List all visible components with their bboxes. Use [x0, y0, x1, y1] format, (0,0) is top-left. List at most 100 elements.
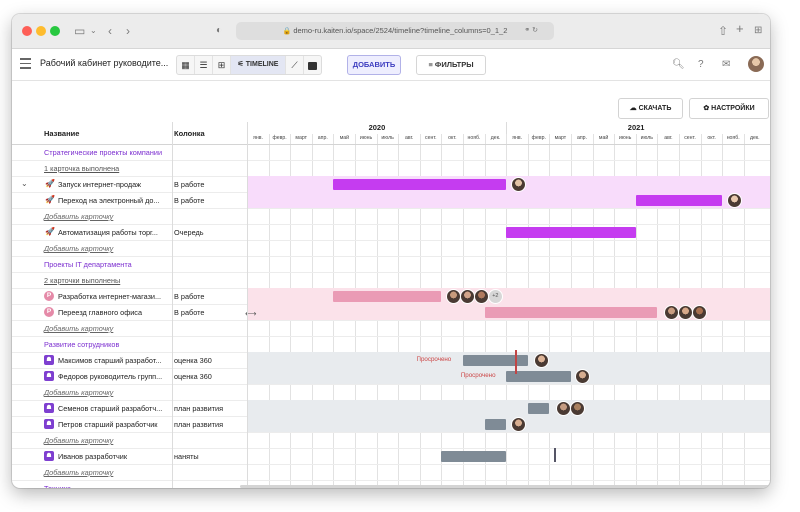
add-card-row[interactable]: Добавить карточку [12, 320, 770, 337]
card-title[interactable]: Максимов старший разработ... [58, 356, 172, 365]
add-card-row[interactable]: Добавить карточку [12, 240, 770, 257]
done-row[interactable]: 2 карточки выполнены [12, 272, 770, 289]
horizontal-scrollbar[interactable] [240, 485, 770, 488]
completed-cards-link[interactable]: 1 карточка выполнена [44, 164, 119, 173]
card-title[interactable]: Разработка интернет-магази... [58, 292, 172, 301]
card-title[interactable]: Запуск интернет-продаж [58, 180, 172, 189]
browser-titlebar: ▭ ⌄ ‹ › ◐ 🔒 demo-ru.kaiten.io/space/2524/… [12, 14, 770, 49]
row-highlight [247, 416, 770, 432]
reload-icon[interactable]: ⚭ ↻ [524, 22, 538, 40]
card-title[interactable]: Переход на электронный до... [58, 196, 172, 205]
card-type-icon: ☗ [44, 403, 54, 413]
timeline-bar[interactable] [441, 450, 507, 462]
mail-icon[interactable]: ✉ [722, 59, 730, 70]
chart-view-icon[interactable]: ⟋ [286, 56, 304, 74]
card-type-icon: ☗ [44, 419, 54, 429]
timeline-bar[interactable] [506, 226, 636, 238]
assignee-avatar[interactable] [473, 289, 489, 304]
assignee-avatar[interactable] [691, 305, 707, 320]
timeline-bar[interactable] [333, 290, 442, 302]
timeline-bar[interactable] [635, 194, 723, 206]
forward-icon[interactable]: › [126, 23, 130, 39]
back-icon[interactable]: ‹ [108, 23, 112, 39]
user-avatar[interactable] [748, 56, 764, 72]
card-title[interactable]: Иванов разработчик [58, 452, 172, 461]
assignee-avatar[interactable] [726, 193, 742, 208]
more-assignees-badge[interactable]: +2 [487, 289, 503, 304]
add-card-link[interactable]: Добавить карточку [44, 212, 113, 221]
assignee-avatar[interactable] [677, 305, 693, 320]
done-row[interactable]: 1 карточка выполнена [12, 160, 770, 177]
card-title[interactable]: Федоров руководитель групп... [58, 372, 172, 381]
archive-icon[interactable] [304, 56, 321, 74]
card-title[interactable]: Переезд главного офиса [58, 308, 172, 317]
timeline-bar[interactable] [527, 402, 550, 414]
add-card-row[interactable]: Добавить карточку [12, 464, 770, 481]
share-icon[interactable]: ⇧ [718, 23, 728, 39]
add-card-link[interactable]: Добавить карточку [44, 324, 113, 333]
assignee-avatar[interactable] [663, 305, 679, 320]
assignee-avatar[interactable] [445, 289, 461, 304]
assignee-avatar[interactable] [510, 417, 526, 432]
card-row[interactable]: ☗ Максимов старший разработ... оценка 360 [12, 352, 770, 369]
table-header: Название Колонка [12, 122, 247, 145]
add-card-row[interactable]: Добавить карточку [12, 384, 770, 401]
card-type-icon: ☗ [44, 371, 54, 381]
timeline-view-button[interactable]: ⚟ TIMELINE [231, 56, 286, 74]
card-row[interactable]: ☗ Петров старший разработчик план развития [12, 416, 770, 433]
assignee-avatar[interactable] [459, 289, 475, 304]
search-icon[interactable]: 🔍︎ [672, 59, 685, 70]
completed-cards-link[interactable]: 2 карточки выполнены [44, 276, 120, 285]
help-icon[interactable]: ? [698, 59, 704, 70]
column-header-column[interactable]: Колонка [174, 129, 205, 138]
chevron-down-icon[interactable]: ⌄ [21, 179, 28, 188]
month-label: июль [381, 135, 394, 141]
month-label: май [339, 135, 350, 141]
section-row: Развитие сотрудников [12, 336, 770, 353]
table-view-icon[interactable]: ⊞ [213, 56, 231, 74]
add-card-link[interactable]: Добавить карточку [44, 468, 113, 477]
card-title[interactable]: Семенов старший разработч... [58, 404, 172, 413]
add-card-link[interactable]: Добавить карточку [44, 436, 113, 445]
card-title[interactable]: Автоматизация работы торг... [58, 228, 172, 237]
new-tab-icon[interactable]: + [736, 21, 744, 37]
timeline-bar[interactable] [484, 418, 507, 430]
add-button[interactable]: ДОБАВИТЬ [347, 55, 401, 75]
card-title[interactable]: Петров старший разработчик [58, 420, 172, 429]
close-window-button[interactable] [22, 26, 32, 36]
section-title: Техника [44, 484, 71, 488]
add-card-link[interactable]: Добавить карточку [44, 388, 113, 397]
add-card-row[interactable]: Добавить карточку [12, 432, 770, 449]
sidebar-toggle-icon[interactable]: ▭ [74, 23, 85, 39]
board-view-icon[interactable]: ▦ [177, 56, 195, 74]
tab-overview-icon[interactable]: ⊞ [754, 23, 762, 39]
list-view-icon[interactable]: ☰ [195, 56, 213, 74]
add-card-link[interactable]: Добавить карточку [44, 244, 113, 253]
menu-icon[interactable] [20, 58, 31, 72]
timeline-bar[interactable] [463, 354, 528, 366]
card-column: план развития [174, 404, 224, 413]
filters-button[interactable]: ≡ ФИЛЬТРЫ [416, 55, 486, 75]
zoom-window-button[interactable] [50, 26, 60, 36]
settings-button[interactable]: ✿ НАСТРОЙКИ [689, 98, 769, 119]
download-button[interactable]: ☁ СКАЧАТЬ [618, 98, 683, 119]
column-header-name[interactable]: Название [44, 129, 79, 138]
month-label: янв. [512, 135, 523, 141]
chevron-down-icon[interactable]: ⌄ [90, 23, 97, 39]
project-icon: P [44, 307, 54, 317]
address-bar[interactable]: 🔒 demo-ru.kaiten.io/space/2524/timeline?t… [236, 22, 554, 40]
assignee-avatar[interactable] [555, 401, 571, 416]
assignee-avatar[interactable] [569, 401, 585, 416]
card-row[interactable]: ☗ Федоров руководитель групп... оценка 360 [12, 368, 770, 385]
section-row: Проекты IT департамента [12, 256, 770, 273]
card-row[interactable]: ☗ Иванов разработчик наняты [12, 448, 770, 465]
card-row[interactable]: 🚀 Автоматизация работы торг... Очередь [12, 224, 770, 241]
card-row[interactable]: ☗ Семенов старший разработч... план развит… [12, 400, 770, 417]
timeline-bar[interactable] [484, 306, 658, 318]
workspace-title[interactable]: Рабочий кабинет руководите... [40, 58, 168, 68]
minimize-window-button[interactable] [36, 26, 46, 36]
privacy-shield-icon[interactable]: ◐ [216, 23, 222, 39]
add-card-row[interactable]: Добавить карточку [12, 208, 770, 225]
assignee-avatar[interactable] [510, 177, 526, 192]
timeline-bar[interactable] [333, 178, 507, 190]
